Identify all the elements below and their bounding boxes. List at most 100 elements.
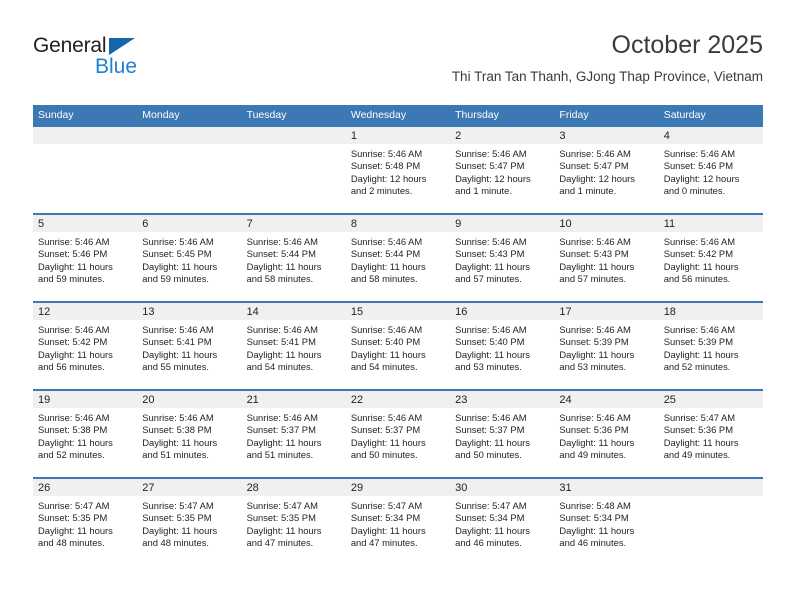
day-cell[interactable]: 21 Sunrise: 5:46 AM Sunset: 5:37 PM Dayligh… <box>241 391 346 477</box>
daylight-text-line1: Daylight: 11 hours <box>38 348 113 360</box>
calendar-week-row: 26 Sunrise: 5:47 AM Sunset: 5:35 PM Dayligh… <box>33 477 763 565</box>
weekday-header-row: Sunday Monday Tuesday Wednesday Thursday… <box>33 105 763 125</box>
day-cell[interactable]: 18 Sunrise: 5:46 AM Sunset: 5:39 PM Dayligh… <box>658 303 763 389</box>
daylight-text-line2: and 48 minutes. <box>38 536 105 548</box>
day-cell[interactable]: 20 Sunrise: 5:46 AM Sunset: 5:38 PM Dayligh… <box>137 391 242 477</box>
day-number: 1 <box>345 127 451 144</box>
day-cell[interactable]: 27 Sunrise: 5:47 AM Sunset: 5:35 PM Dayligh… <box>137 479 242 565</box>
sunrise-text: Sunrise: 5:46 AM <box>142 412 214 423</box>
day-cell[interactable]: 29 Sunrise: 5:47 AM Sunset: 5:34 PM Dayligh… <box>345 479 451 565</box>
sunset-text: Sunset: 5:47 PM <box>455 160 525 172</box>
calendar-grid: Sunday Monday Tuesday Wednesday Thursday… <box>33 105 763 565</box>
logo-triangle-icon <box>109 38 135 55</box>
sunrise-text: Sunrise: 5:46 AM <box>350 412 423 423</box>
day-details: Sunrise: 5:46 AM Sunset: 5:47 PM Daylight:… <box>450 144 554 197</box>
day-cell[interactable] <box>658 479 763 565</box>
day-cell[interactable] <box>33 127 138 213</box>
day-number: 8 <box>345 215 451 232</box>
day-details: Sunrise: 5:47 AM Sunset: 5:35 PM Daylight:… <box>33 496 137 549</box>
day-cell[interactable]: 16 Sunrise: 5:46 AM Sunset: 5:40 PM Dayligh… <box>450 303 555 389</box>
sunset-text: Sunset: 5:47 PM <box>559 160 629 172</box>
day-cell[interactable]: 17 Sunrise: 5:46 AM Sunset: 5:39 PM Dayligh… <box>554 303 659 389</box>
day-cell[interactable]: 10 Sunrise: 5:46 AM Sunset: 5:43 PM Dayligh… <box>554 215 659 301</box>
daylight-text-line2: and 56 minutes. <box>663 272 731 284</box>
sunset-text: Sunset: 5:34 PM <box>455 512 525 524</box>
day-number: 29 <box>345 479 451 496</box>
sunset-text: Sunset: 5:35 PM <box>246 512 316 524</box>
day-cell[interactable]: 25 Sunrise: 5:47 AM Sunset: 5:36 PM Dayligh… <box>658 391 763 477</box>
day-cell[interactable]: 22 Sunrise: 5:46 AM Sunset: 5:37 PM Dayligh… <box>345 391 451 477</box>
day-number: 25 <box>658 391 763 408</box>
day-details <box>242 144 346 148</box>
daylight-text-line1: Daylight: 11 hours <box>455 524 530 536</box>
day-number: 5 <box>33 215 138 232</box>
daylight-text-line2: and 50 minutes. <box>350 448 418 460</box>
day-number: 27 <box>137 479 242 496</box>
sunrise-text: Sunrise: 5:46 AM <box>559 148 631 159</box>
day-cell[interactable]: 6 Sunrise: 5:46 AM Sunset: 5:45 PM Daylight… <box>137 215 242 301</box>
day-details: Sunrise: 5:46 AM Sunset: 5:39 PM Daylight:… <box>659 320 763 373</box>
sunset-text: Sunset: 5:44 PM <box>350 248 421 260</box>
day-details: Sunrise: 5:46 AM Sunset: 5:37 PM Daylight:… <box>450 408 554 461</box>
daylight-text-line1: Daylight: 11 hours <box>246 436 322 448</box>
day-cell[interactable]: 1 Sunrise: 5:46 AM Sunset: 5:48 PM Daylight… <box>345 127 451 213</box>
day-details: Sunrise: 5:46 AM Sunset: 5:39 PM Daylight:… <box>554 320 658 373</box>
day-cell[interactable] <box>241 127 346 213</box>
day-cell[interactable]: 7 Sunrise: 5:46 AM Sunset: 5:44 PM Daylight… <box>241 215 346 301</box>
day-cell[interactable]: 13 Sunrise: 5:46 AM Sunset: 5:41 PM Dayligh… <box>137 303 242 389</box>
day-details: Sunrise: 5:46 AM Sunset: 5:44 PM Daylight:… <box>346 232 450 285</box>
day-cell[interactable]: 14 Sunrise: 5:46 AM Sunset: 5:41 PM Dayligh… <box>241 303 346 389</box>
sunset-text: Sunset: 5:39 PM <box>663 336 733 348</box>
day-details: Sunrise: 5:46 AM Sunset: 5:41 PM Daylight:… <box>242 320 346 373</box>
day-cell[interactable]: 30 Sunrise: 5:47 AM Sunset: 5:34 PM Dayligh… <box>450 479 555 565</box>
sunset-text: Sunset: 5:39 PM <box>559 336 629 348</box>
calendar-week-row: 5 Sunrise: 5:46 AM Sunset: 5:46 PM Daylight… <box>33 213 763 301</box>
day-cell[interactable]: 12 Sunrise: 5:46 AM Sunset: 5:42 PM Dayligh… <box>33 303 138 389</box>
day-number: 19 <box>33 391 138 408</box>
sunrise-text: Sunrise: 5:46 AM <box>246 236 318 247</box>
day-cell[interactable]: 2 Sunrise: 5:46 AM Sunset: 5:47 PM Daylight… <box>450 127 555 213</box>
day-cell[interactable]: 8 Sunrise: 5:46 AM Sunset: 5:44 PM Daylight… <box>345 215 451 301</box>
day-cell[interactable] <box>137 127 242 213</box>
day-cell[interactable]: 24 Sunrise: 5:46 AM Sunset: 5:36 PM Dayligh… <box>554 391 659 477</box>
weekday-header-thursday: Thursday <box>455 109 499 121</box>
day-details <box>137 144 241 148</box>
sunset-text: Sunset: 5:34 PM <box>350 512 421 524</box>
sunrise-text: Sunrise: 5:47 AM <box>350 500 423 511</box>
day-number: 24 <box>554 391 659 408</box>
day-details: Sunrise: 5:46 AM Sunset: 5:46 PM Daylight:… <box>659 144 763 197</box>
day-number: 2 <box>450 127 555 144</box>
day-cell[interactable]: 11 Sunrise: 5:46 AM Sunset: 5:42 PM Dayligh… <box>658 215 763 301</box>
weekday-header-wednesday: Wednesday <box>350 109 407 121</box>
day-cell[interactable]: 15 Sunrise: 5:46 AM Sunset: 5:40 PM Dayligh… <box>345 303 451 389</box>
sunrise-text: Sunrise: 5:47 AM <box>38 500 110 511</box>
sunrise-text: Sunrise: 5:46 AM <box>455 148 527 159</box>
day-details: Sunrise: 5:46 AM Sunset: 5:43 PM Daylight:… <box>450 232 554 285</box>
daylight-text-line1: Daylight: 11 hours <box>663 436 739 448</box>
day-number: 6 <box>137 215 242 232</box>
day-cell[interactable]: 3 Sunrise: 5:46 AM Sunset: 5:47 PM Daylight… <box>554 127 659 213</box>
page-header: General Blue October 2025 Thi Tran Tan T… <box>33 30 763 98</box>
sunset-text: Sunset: 5:36 PM <box>663 424 733 436</box>
day-cell[interactable]: 5 Sunrise: 5:46 AM Sunset: 5:46 PM Daylight… <box>33 215 138 301</box>
day-cell[interactable]: 4 Sunrise: 5:46 AM Sunset: 5:46 PM Daylight… <box>658 127 763 213</box>
day-cell[interactable]: 28 Sunrise: 5:47 AM Sunset: 5:35 PM Dayligh… <box>241 479 346 565</box>
daylight-text-line1: Daylight: 11 hours <box>38 436 113 448</box>
day-cell[interactable]: 31 Sunrise: 5:48 AM Sunset: 5:34 PM Dayligh… <box>554 479 659 565</box>
day-number: 10 <box>554 215 659 232</box>
daylight-text-line2: and 57 minutes. <box>455 272 522 284</box>
day-cell[interactable]: 26 Sunrise: 5:47 AM Sunset: 5:35 PM Dayligh… <box>33 479 138 565</box>
day-cell[interactable]: 23 Sunrise: 5:46 AM Sunset: 5:37 PM Dayligh… <box>450 391 555 477</box>
sunset-text: Sunset: 5:34 PM <box>559 512 629 524</box>
sunrise-text: Sunrise: 5:46 AM <box>559 324 631 335</box>
sunrise-text: Sunrise: 5:46 AM <box>38 236 110 247</box>
general-blue-logo[interactable]: General Blue <box>33 34 163 84</box>
sunrise-text: Sunrise: 5:46 AM <box>142 324 214 335</box>
daylight-text-line2: and 54 minutes. <box>246 360 314 372</box>
sunset-text: Sunset: 5:48 PM <box>350 160 421 172</box>
daylight-text-line1: Daylight: 11 hours <box>663 260 739 272</box>
day-cell[interactable]: 19 Sunrise: 5:46 AM Sunset: 5:38 PM Dayligh… <box>33 391 138 477</box>
daylight-text-line2: and 2 minutes. <box>350 184 413 196</box>
day-cell[interactable]: 9 Sunrise: 5:46 AM Sunset: 5:43 PM Daylight… <box>450 215 555 301</box>
day-number: 26 <box>33 479 138 496</box>
